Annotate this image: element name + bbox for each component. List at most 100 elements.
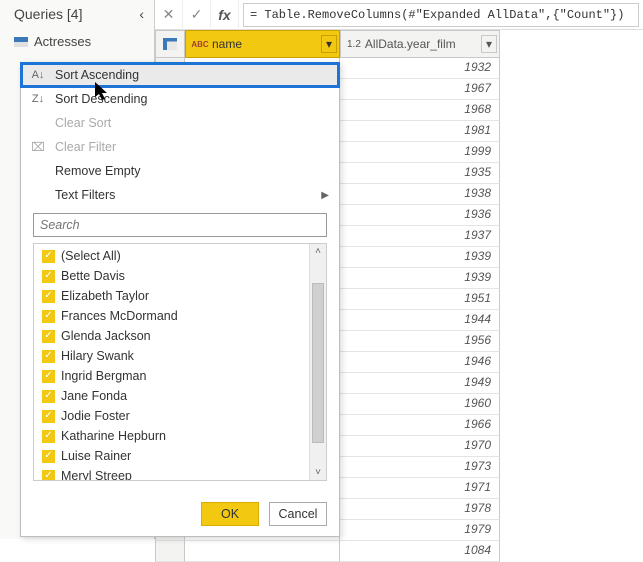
cell-year: 1973 [340,457,500,478]
cell-year: 1970 [340,436,500,457]
number-type-icon: 1.2 [347,39,361,50]
search-input[interactable] [33,213,327,237]
sort-ascending-item[interactable]: A↓ Sort Ascending [21,63,339,87]
ok-button[interactable]: OK [201,502,259,526]
query-item-actresses[interactable]: Actresses [0,28,154,55]
text-filters-item[interactable]: Text Filters ▶ [21,183,339,207]
column-header-name[interactable]: ABC name ▾ [185,30,340,58]
cell-year: 1935 [340,163,500,184]
checkbox-icon[interactable]: ✓ [42,410,55,423]
fx-icon[interactable]: fx [211,0,239,30]
cell-year: 1937 [340,226,500,247]
sort-desc-icon: Z↓ [32,93,44,105]
table-icon [14,37,28,47]
menu-label: Clear Sort [55,116,111,130]
cell-year: 1956 [340,331,500,352]
grid-header-row: ABC name ▾ 1.2 AllData.year_film ▾ [155,30,643,58]
clear-filter-item: ⌧ Clear Filter [21,135,339,159]
filter-value-item[interactable]: ✓ Elizabeth Taylor [38,286,305,306]
menu-label: Clear Filter [55,140,116,154]
filter-value-item[interactable]: ✓ Luise Rainer [38,446,305,466]
text-type-icon: ABC [192,37,208,51]
popup-buttons: OK Cancel [201,502,327,526]
query-item-label: Actresses [34,34,91,49]
cell-year: 1949 [340,373,500,394]
column-header-year[interactable]: 1.2 AllData.year_film ▾ [340,30,500,58]
list-scrollbar[interactable]: ˄ ˅ [309,244,326,480]
filter-search [33,213,327,237]
checkbox-icon[interactable]: ✓ [42,450,55,463]
sort-asc-icon: A↓ [32,69,45,81]
table-row[interactable]: 1084 [155,541,643,562]
cell-year: 1971 [340,478,500,499]
accept-formula-icon[interactable]: ✓ [183,0,211,30]
column-label: AllData.year_film [365,37,456,51]
filter-value-item[interactable]: ✓ Katharine Hepburn [38,426,305,446]
filter-value-label: Katharine Hepburn [61,429,166,443]
cell-year: 1981 [340,121,500,142]
checkbox-icon[interactable]: ✓ [42,290,55,303]
sort-descending-item[interactable]: Z↓ Sort Descending [21,87,339,111]
scroll-down-icon[interactable]: ˅ [315,467,321,478]
formula-bar: ✕ ✓ fx [155,0,643,30]
filter-value-label: (Select All) [61,249,121,263]
cell-year: 1960 [340,394,500,415]
menu-label: Text Filters [55,188,115,202]
filter-value-label: Elizabeth Taylor [61,289,149,303]
cancel-button[interactable]: Cancel [269,502,327,526]
column-label: name [212,37,242,51]
table-corner[interactable] [155,30,185,58]
formula-input[interactable] [243,3,639,27]
column-dropdown-icon[interactable]: ▾ [481,35,497,53]
filter-value-item[interactable]: ✓Frances McDormand [38,306,305,326]
table-icon [163,38,177,50]
queries-header: Queries [4] ‹ [0,0,154,28]
queries-title: Queries [4] [14,6,82,22]
cell-year: 1939 [340,247,500,268]
scroll-thumb[interactable] [312,283,324,443]
scroll-up-icon[interactable]: ˄ [315,246,321,257]
clear-sort-item: Clear Sort [21,111,339,135]
filter-value-item[interactable]: ✓Meryl Streep [38,466,305,481]
filter-value-item[interactable]: ✓ (Select All) [38,246,305,266]
cancel-formula-icon[interactable]: ✕ [155,0,183,30]
filter-value-item[interactable]: ✓Ingrid Bergman [38,366,305,386]
checkbox-icon[interactable]: ✓ [42,250,55,263]
filter-value-item[interactable]: ✓ Jodie Foster [38,406,305,426]
cell-year: 1978 [340,499,500,520]
filter-values-list: ✓(Select All)✓Bette Davis✓Elizabeth Tayl… [33,243,327,481]
checkbox-icon[interactable]: ✓ [42,310,55,323]
column-filter-popup: A↓ Sort Ascending Z↓ Sort Descending Cle… [20,62,340,537]
checkbox-icon[interactable]: ✓ [42,330,55,343]
filter-value-item[interactable]: ✓Glenda Jackson [38,326,305,346]
cell-year: 1966 [340,415,500,436]
checkbox-icon[interactable]: ✓ [42,370,55,383]
collapse-panel-icon[interactable]: ‹ [139,6,144,22]
filter-value-item[interactable]: ✓ Jane Fonda [38,386,305,406]
checkbox-icon[interactable]: ✓ [42,470,55,482]
cell-year: 1967 [340,79,500,100]
filter-value-label: Hilary Swank [61,349,134,363]
filter-value-label: Jodie Foster [61,409,130,423]
cell-year: 1936 [340,205,500,226]
clear-filter-icon: ⌧ [31,140,45,154]
filter-value-item[interactable]: ✓Bette Davis [38,266,305,286]
filter-value-label: Jane Fonda [61,389,127,403]
row-header [155,541,185,562]
column-dropdown-icon[interactable]: ▾ [321,35,337,53]
cell-year: 1944 [340,310,500,331]
cell-year: 1951 [340,289,500,310]
checkbox-icon[interactable]: ✓ [42,390,55,403]
filter-value-label: Luise Rainer [61,449,131,463]
filter-value-item[interactable]: ✓ Hilary Swank [38,346,305,366]
cell-year: 1938 [340,184,500,205]
menu-label: Sort Descending [55,92,147,106]
checkbox-icon[interactable]: ✓ [42,270,55,283]
cell-year: 1939 [340,268,500,289]
remove-empty-item[interactable]: Remove Empty [21,159,339,183]
cell-year: 1084 [340,541,500,562]
cell-year: 1999 [340,142,500,163]
checkbox-icon[interactable]: ✓ [42,350,55,363]
checkbox-icon[interactable]: ✓ [42,430,55,443]
menu-label: Remove Empty [55,164,140,178]
